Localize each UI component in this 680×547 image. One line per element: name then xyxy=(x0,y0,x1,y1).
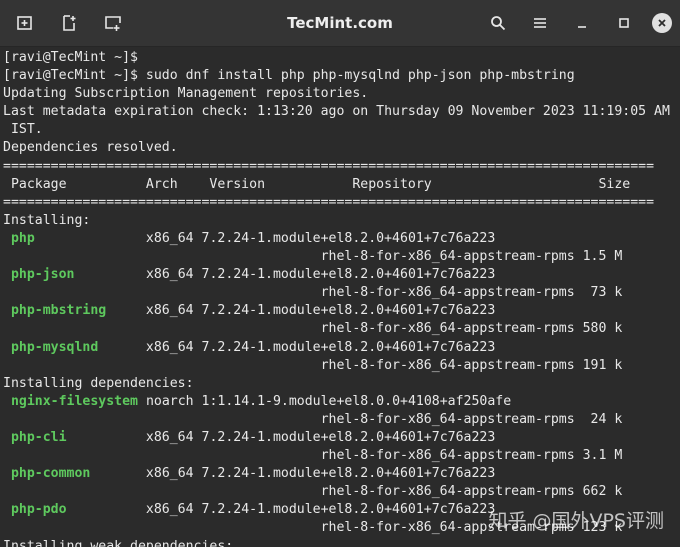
terminal-line: [ravi@TecMint ~]$ sudo dnf install php p… xyxy=(3,67,680,85)
terminal-line: Updating Subscription Management reposit… xyxy=(3,85,680,103)
terminal-text: rhel-8-for-x86_64-appstream-rpms 1.5 M xyxy=(3,249,623,265)
package-name: php-common xyxy=(10,466,91,482)
terminal-text: x86_64 7.2.24-1.module+el8.2.0+4601+7c76… xyxy=(66,502,496,518)
preferences-button[interactable] xyxy=(96,6,130,40)
terminal-line: php-common x86_64 7.2.24-1.module+el8.2.… xyxy=(3,465,680,483)
terminal-line: rhel-8-for-x86_64-appstream-rpms 191 k xyxy=(3,357,680,375)
terminal-line: php-cli x86_64 7.2.24-1.module+el8.2.0+4… xyxy=(3,429,680,447)
title-bar: TecMint.com xyxy=(0,0,680,47)
terminal-line: Installing weak dependencies: xyxy=(3,538,680,547)
new-tab-icon xyxy=(17,16,32,30)
split-pane-button[interactable] xyxy=(52,6,86,40)
search-button[interactable] xyxy=(478,6,518,40)
terminal-line: rhel-8-for-x86_64-appstream-rpms 24 k xyxy=(3,411,680,429)
close-icon xyxy=(658,19,666,27)
package-name: php-mysqlnd xyxy=(10,339,99,355)
terminal-text: Dependencies resolved. xyxy=(3,140,178,156)
package-name: nginx-filesystem xyxy=(10,393,138,409)
terminal-line: IST. xyxy=(3,121,680,139)
terminal-text: x86_64 7.2.24-1.module+el8.2.0+4601+7c76… xyxy=(66,429,496,445)
terminal-text: Package Arch Version Repository Size xyxy=(3,176,631,192)
terminal-line: Dependencies resolved. xyxy=(3,139,680,157)
maximize-icon xyxy=(619,18,629,28)
minimize-icon xyxy=(578,26,586,28)
close-button[interactable] xyxy=(652,13,672,33)
maximize-button[interactable] xyxy=(604,6,644,40)
terminal-line: php-pdo x86_64 7.2.24-1.module+el8.2.0+4… xyxy=(3,501,680,519)
terminal-text: x86_64 7.2.24-1.module+el8.2.0+4601+7c76… xyxy=(34,230,496,246)
package-name: php xyxy=(10,230,35,246)
terminal-line: php-mysqlnd x86_64 7.2.24-1.module+el8.2… xyxy=(3,339,680,357)
terminal-text: rhel-8-for-x86_64-appstream-rpms 73 k xyxy=(3,285,623,301)
terminal-text: noarch 1:1.14.1-9.module+el8.0.0+4108+af… xyxy=(138,393,512,409)
search-icon xyxy=(491,16,506,31)
terminal-text: rhel-8-for-x86_64-appstream-rpms 191 k xyxy=(3,357,623,373)
terminal-line: rhel-8-for-x86_64-appstream-rpms 580 k xyxy=(3,320,680,338)
terminal-text: rhel-8-for-x86_64-appstream-rpms 580 k xyxy=(3,321,623,337)
terminal-text: Updating Subscription Management reposit… xyxy=(3,86,369,102)
terminal-text: rhel-8-for-x86_64-appstream-rpms 24 k xyxy=(3,411,623,427)
package-name: php-mbstring xyxy=(10,303,107,319)
new-tab-button[interactable] xyxy=(8,6,42,40)
terminal-line: Last metadata expiration check: 1:13:20 … xyxy=(3,103,680,121)
terminal-line: rhel-8-for-x86_64-appstream-rpms 73 k xyxy=(3,284,680,302)
terminal-text: x86_64 7.2.24-1.module+el8.2.0+4601+7c76… xyxy=(106,303,496,319)
terminal-output[interactable]: [ravi@TecMint ~]$ [ravi@TecMint ~]$ sudo … xyxy=(0,47,680,547)
hamburger-menu-icon xyxy=(534,18,546,28)
terminal-text: Installing weak dependencies: xyxy=(3,538,234,547)
terminal-text: [ravi@TecMint ~]$ xyxy=(3,50,138,65)
terminal-line: php-json x86_64 7.2.24-1.module+el8.2.0+… xyxy=(3,266,680,284)
terminal-text: Installing dependencies: xyxy=(3,375,194,391)
menu-button[interactable] xyxy=(520,6,560,40)
terminal-line: rhel-8-for-x86_64-appstream-rpms 662 k xyxy=(3,483,680,501)
terminal-line: Installing dependencies: xyxy=(3,375,680,393)
terminal-window: TecMint.com [ravi@TecMint ~]$ [ravi@TecM… xyxy=(0,0,680,547)
terminal-line: php-mbstring x86_64 7.2.24-1.module+el8.… xyxy=(3,302,680,320)
terminal-text: x86_64 7.2.24-1.module+el8.2.0+4601+7c76… xyxy=(90,466,496,482)
terminal-text: rhel-8-for-x86_64-appstream-rpms 123 k xyxy=(3,520,623,536)
terminal-text: ========================================… xyxy=(3,158,655,174)
terminal-line: nginx-filesystem noarch 1:1.14.1-9.modul… xyxy=(3,393,680,411)
terminal-text: ========================================… xyxy=(3,194,655,210)
terminal-line: ========================================… xyxy=(3,158,680,176)
terminal-line: rhel-8-for-x86_64-appstream-rpms 3.1 M xyxy=(3,447,680,465)
terminal-text: Installing: xyxy=(3,212,91,228)
terminal-text: x86_64 7.2.24-1.module+el8.2.0+4601+7c76… xyxy=(98,339,496,355)
terminal-line: [ravi@TecMint ~]$ xyxy=(3,49,680,67)
preferences-icon xyxy=(105,16,121,31)
terminal-text: Last metadata expiration check: 1:13:20 … xyxy=(3,104,670,120)
terminal-line: php x86_64 7.2.24-1.module+el8.2.0+4601+… xyxy=(3,230,680,248)
terminal-line: ========================================… xyxy=(3,194,680,212)
package-name: php-pdo xyxy=(10,502,67,518)
package-name: php-json xyxy=(10,267,75,283)
terminal-line: rhel-8-for-x86_64-appstream-rpms 123 k xyxy=(3,519,680,537)
package-name: php-cli xyxy=(10,429,67,445)
terminal-line: rhel-8-for-x86_64-appstream-rpms 1.5 M xyxy=(3,248,680,266)
minimize-button[interactable] xyxy=(562,6,602,40)
terminal-text: [ravi@TecMint ~]$ sudo dnf install php p… xyxy=(3,68,575,84)
split-pane-icon xyxy=(63,15,76,31)
terminal-text: rhel-8-for-x86_64-appstream-rpms 3.1 M xyxy=(3,448,623,464)
terminal-line: Package Arch Version Repository Size xyxy=(3,176,680,194)
terminal-text: IST. xyxy=(3,122,43,138)
terminal-text: rhel-8-for-x86_64-appstream-rpms 662 k xyxy=(3,484,623,500)
terminal-line: Installing: xyxy=(3,212,680,230)
terminal-text: x86_64 7.2.24-1.module+el8.2.0+4601+7c76… xyxy=(74,267,496,283)
